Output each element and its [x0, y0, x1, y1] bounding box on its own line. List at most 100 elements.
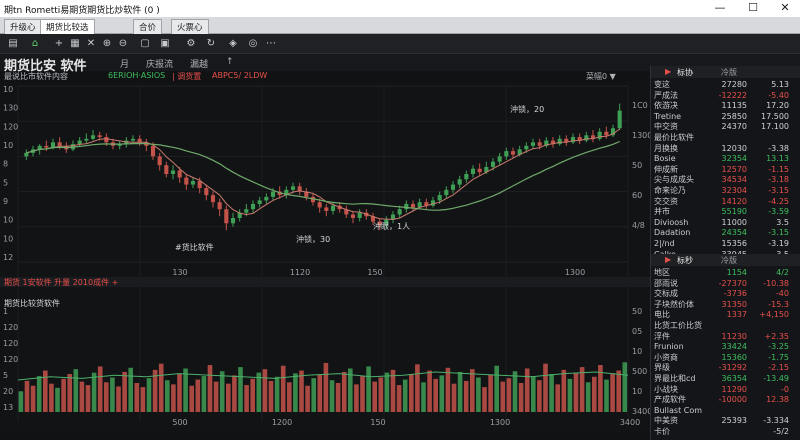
quote-row[interactable]: Dadation 24354 -3.15 [651, 228, 800, 239]
volume-bar [445, 367, 451, 412]
candle-body [104, 137, 109, 143]
volume-bar [299, 370, 304, 412]
tab-panel-quote[interactable]: 标协 [677, 67, 693, 78]
minimize-button[interactable]: — [705, 0, 735, 17]
home-icon[interactable]: ⌂ [28, 37, 42, 51]
volume-bar [244, 385, 249, 412]
document-icon[interactable]: ▤ [6, 37, 20, 51]
volume-y-tick-left: 5 [3, 371, 8, 380]
volume-bar [567, 378, 573, 412]
zoom-in-icon[interactable]: ⊕ [100, 37, 114, 51]
tab-panel-cold[interactable]: 冷版 [721, 67, 737, 78]
more-icon[interactable]: ⋯ [264, 37, 278, 51]
close-icon[interactable]: ✕ [84, 37, 98, 51]
quote-change: 12.38 [766, 395, 789, 405]
quote-row[interactable]: 命来论乃 32304 -3.15 [651, 186, 800, 197]
quote-row[interactable]: 小资商 15360 -1.75 [651, 353, 800, 364]
window-icon[interactable]: ▢ [138, 37, 152, 51]
settings-icon[interactable]: ▣ [158, 37, 172, 51]
refresh-icon[interactable]: ↻ [204, 37, 218, 51]
quote-row[interactable]: Frunion 33424 -3.25 [651, 342, 800, 353]
quote-row[interactable]: 交交资 14120 -4.25 [651, 197, 800, 208]
quote-row[interactable]: 界级 -31292 -2.15 [651, 363, 800, 374]
quote-row[interactable]: 2|/nd 15356 -3.19 [651, 239, 800, 250]
quote-row[interactable]: 严成法 -12222 -5.40 [651, 91, 800, 102]
volume-bar [238, 367, 243, 412]
zoom-dropdown[interactable]: 菜幅0 ▼ [586, 71, 616, 82]
quote-value: 11135 [721, 101, 747, 111]
quote-value: -3736 [723, 289, 747, 299]
quote-row[interactable]: 月换换 12030 -3.38 [651, 144, 800, 155]
candle-body [190, 181, 196, 185]
quote-row[interactable]: 伸成新 12570 -1.15 [651, 165, 800, 176]
candle-body [24, 152, 29, 157]
cube-icon[interactable]: ◈ [226, 37, 240, 51]
quote-row[interactable]: 尖与成成头 34534 -3.18 [651, 175, 800, 186]
tab-futures-compare[interactable]: 期货比较选 [40, 19, 95, 34]
zoom-out-icon[interactable]: ⊖ [116, 37, 130, 51]
layout-icon[interactable]: ▦ [68, 37, 82, 51]
play-icon[interactable]: ▶ [665, 255, 671, 264]
candle-body [604, 131, 609, 136]
quote-row[interactable]: 邵雨说 -27370 -10.38 [651, 279, 800, 290]
candle-body [317, 202, 322, 208]
quote-row[interactable]: Bosie 32354 13.13 [651, 154, 800, 165]
quote-label: 邵雨说 [654, 278, 678, 288]
indicator-row: 最说比市软件内容 6ERIOH·ASIOS | 调货置 ABPC5/ 2LDW … [0, 71, 650, 82]
play-icon[interactable]: ▶ [665, 67, 671, 76]
quote-row[interactable]: 产成软件 -10000 12.38 [651, 395, 800, 406]
quote-value: 34534 [721, 175, 747, 185]
plus-icon[interactable]: + [52, 37, 66, 51]
flow-selector[interactable]: 漏越 [190, 57, 208, 70]
y-tick-right: 4/8 [632, 221, 645, 230]
tab-panel-cold-2[interactable]: 冷版 [721, 255, 737, 266]
quote-change: -1.15 [768, 164, 789, 174]
close-window-button[interactable]: ✕ [770, 0, 800, 17]
volume-bar [555, 384, 560, 412]
quote-label: 界最比和cd [654, 373, 696, 383]
quote-change: -3.25 [768, 342, 789, 352]
maximize-button[interactable]: ☐ [738, 0, 768, 17]
quote-change: -3.15 [768, 185, 789, 195]
candle-body [450, 184, 456, 190]
quote-row[interactable]: 最价比软件 [651, 133, 800, 144]
quote-row[interactable]: 并市 55190 -3.59 [651, 207, 800, 218]
volume-bar [165, 380, 170, 412]
tab-tickets[interactable]: 火票心 [171, 19, 209, 34]
quote-label: 小战块 [654, 384, 678, 394]
quote-row[interactable]: 浮件 11230 +2.35 [651, 332, 800, 343]
quote-row[interactable]: 交标成 -3736 -40 [651, 289, 800, 300]
quote-row[interactable]: Bullast Com [651, 406, 800, 417]
candle-body [97, 135, 102, 138]
gear-icon[interactable]: ⚙ [184, 37, 198, 51]
tab-panel-seconds[interactable]: 标秒 [677, 255, 693, 266]
quote-row[interactable]: 子块然价体 31350 -15.3 [651, 300, 800, 311]
quote-row[interactable]: 卡价 -5/2 [651, 427, 800, 438]
volume-bar [457, 371, 463, 412]
volume-subtitle: 期货比较货软件 [4, 298, 60, 308]
quote-row[interactable]: 小战块 11290 -0 [651, 385, 800, 396]
volume-bar [518, 382, 524, 412]
volume-y-tick-left: 1 [3, 307, 8, 316]
indicator-selector[interactable]: ↑ [226, 57, 234, 67]
chart-canvas[interactable]: 10130120108591010121C0130050604/8130 1120… [0, 82, 650, 432]
report-selector[interactable]: 庆报流 [146, 57, 173, 70]
quote-row[interactable]: 中美资 25393 -3.334 [651, 416, 800, 427]
tab-price[interactable]: 合价 [133, 19, 163, 34]
quote-row[interactable]: 依游决 11135 17.20 [651, 101, 800, 112]
period-selector[interactable]: 月 [120, 57, 129, 70]
quote-row[interactable]: 中交资 24370 17.100 [651, 122, 800, 133]
tab-upgrade[interactable]: 升级心 [4, 19, 42, 34]
quote-row[interactable]: 地区 1154 4/2 [651, 268, 800, 279]
quote-row[interactable]: Tretine 25850 17.500 [651, 112, 800, 123]
quote-row[interactable]: 界最比和cd 36354 -13.49 [651, 374, 800, 385]
quote-row[interactable]: Divioosh 11000 3.5 [651, 218, 800, 229]
quote-row[interactable]: 电比 1337 +4,150 [651, 310, 800, 321]
globe-icon[interactable]: ◎ [246, 37, 260, 51]
quote-row[interactable]: 比货工价比货 [651, 321, 800, 332]
volume-bar [335, 382, 341, 412]
candle-body [130, 138, 136, 141]
chart-area[interactable]: 10 130 120 10 8 5 9 10 10 12 1C0 1300 50 60 4/8 130 1120… [0, 82, 650, 432]
volume-bar [323, 362, 329, 412]
quote-row[interactable]: 变这 27280 5.13 [651, 80, 800, 91]
